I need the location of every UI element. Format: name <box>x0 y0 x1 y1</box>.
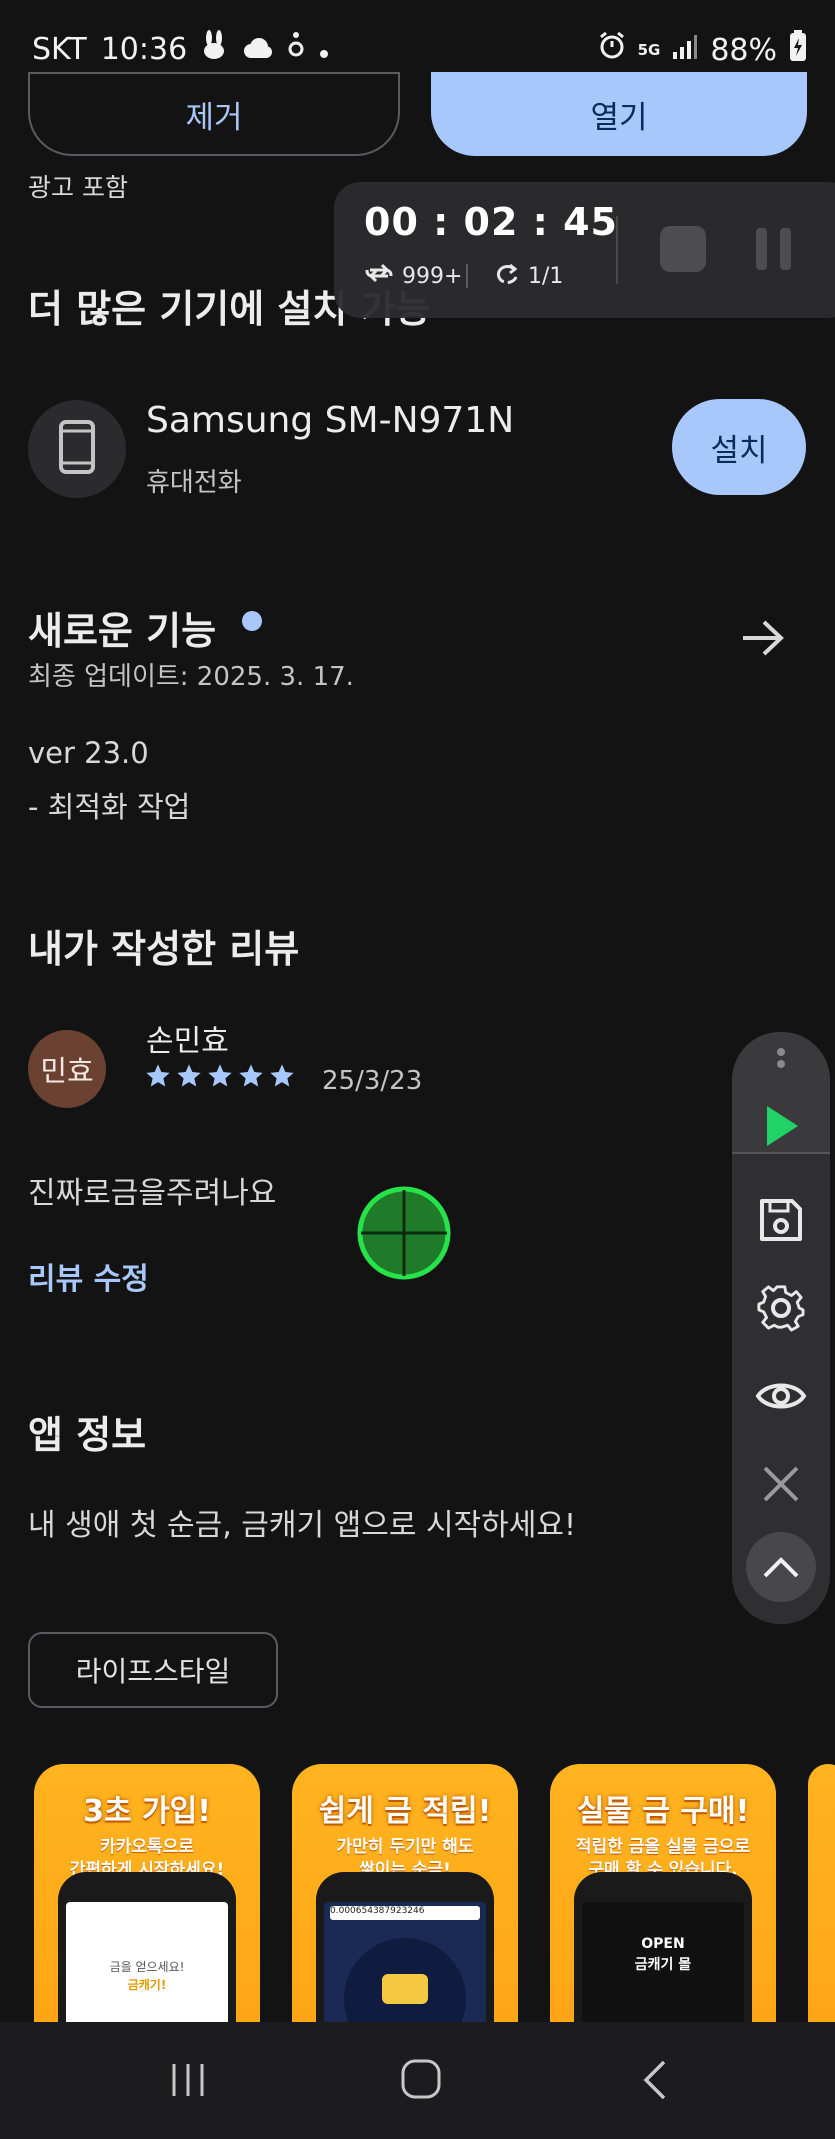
repeat-count: 1/1 <box>528 263 564 289</box>
home-icon[interactable] <box>400 2058 442 2104</box>
dot-icon <box>319 32 329 67</box>
eye-icon[interactable] <box>751 1366 811 1426</box>
rabbit-icon <box>201 30 227 68</box>
carrier-label: SKT <box>32 31 87 67</box>
pause-icon[interactable] <box>752 226 796 272</box>
clock: 10:36 <box>100 31 188 67</box>
review-body: 진짜로금을주려나요 <box>28 1176 277 1211</box>
remove-button[interactable]: 제거 <box>28 72 400 156</box>
signal-icon <box>672 33 698 68</box>
refresh-icon <box>492 262 520 290</box>
status-right: 5G 88% <box>598 30 807 70</box>
status-bar: SKT 10:36 5G 88% <box>0 0 835 78</box>
screen-text: 금캐기 몰 <box>634 1957 692 1973</box>
my-review-title: 내가 작성한 리뷰 <box>28 927 300 971</box>
install-button[interactable]: 설치 <box>672 399 806 495</box>
subtitle-line: 가만히 두기만 해도 <box>336 1837 474 1857</box>
battery-percent: 88% <box>710 32 777 68</box>
last-updated: 최종 업데이트: 2025. 3. 17. <box>28 662 354 692</box>
stop-icon[interactable] <box>660 226 706 272</box>
arrow-right-icon[interactable] <box>740 618 786 662</box>
drag-handle-icon[interactable] <box>777 1048 785 1068</box>
loop-divider <box>466 264 468 288</box>
subtitle-line: 적립한 금을 실물 금으로 <box>575 1837 751 1857</box>
phone-icon <box>58 419 96 479</box>
repeat-counter: 1/1 <box>492 262 563 290</box>
save-icon[interactable] <box>751 1190 811 1250</box>
screenshot-title: 3초 가입! <box>83 1794 211 1829</box>
back-icon[interactable] <box>640 2058 670 2106</box>
screenshot-title: 쉽게 금 적립! <box>318 1794 492 1829</box>
star-icon <box>270 1064 294 1087</box>
open-button[interactable]: 열기 <box>431 72 807 156</box>
tap-target-crosshair-icon <box>357 1186 451 1280</box>
cloud-icon <box>241 32 273 67</box>
star-rating <box>144 1062 296 1090</box>
toolbar-divider <box>732 1152 830 1154</box>
play-icon[interactable] <box>751 1096 811 1156</box>
screen-text: 금을 얻으세요! <box>109 1960 185 1974</box>
whats-new-title: 새로운 기능 <box>28 609 217 653</box>
status-left: SKT 10:36 <box>32 30 329 68</box>
device-type: 휴대전화 <box>146 468 242 498</box>
collapse-up-icon[interactable] <box>746 1532 816 1602</box>
edit-review-link[interactable]: 리뷰 수정 <box>28 1254 149 1298</box>
avatar: 민효 <box>28 1030 106 1108</box>
close-icon[interactable] <box>751 1454 811 1514</box>
gold-bar-icon <box>382 1974 428 2004</box>
star-icon <box>208 1064 232 1087</box>
screen-text: 0.000654387923246 <box>330 1906 480 1920</box>
battery-charging-icon <box>789 30 807 70</box>
macro-recorder-panel: 00 : 02 : 45 999+ 1/1 <box>334 182 835 318</box>
recorder-divider <box>616 216 618 284</box>
app-description: 내 생애 첫 순금, 금캐기 앱으로 시작하세요! <box>28 1508 576 1543</box>
alarm-icon <box>598 31 626 68</box>
recent-apps-icon[interactable] <box>168 2060 208 2104</box>
notification-icon <box>287 31 305 67</box>
review-author: 손민효 <box>146 1024 229 1059</box>
screenshot-title: 실물 금 구매! <box>576 1794 750 1829</box>
release-note: - 최적화 작업 <box>28 790 191 824</box>
loop-count: 999+ <box>402 263 463 289</box>
version-text: ver 23.0 <box>28 736 149 770</box>
repeat-icon <box>364 262 394 290</box>
device-row-icon <box>28 400 126 498</box>
review-date: 25/3/23 <box>322 1066 423 1096</box>
subtitle-line: 카카오톡으로 <box>100 1837 194 1857</box>
floating-macro-toolbar <box>732 1032 830 1624</box>
screen-text: OPEN <box>641 1936 685 1952</box>
star-icon <box>239 1064 263 1087</box>
screen-text: 금캐기! <box>127 1978 167 1992</box>
star-icon <box>177 1064 201 1087</box>
system-navigation-bar <box>0 2022 835 2139</box>
gear-icon[interactable] <box>751 1278 811 1338</box>
ads-notice: 광고 포함 <box>28 173 128 202</box>
new-indicator-dot <box>242 611 262 631</box>
loop-counter: 999+ <box>364 262 462 290</box>
network-type: 5G <box>637 41 661 59</box>
device-name: Samsung SM-N971N <box>146 400 515 441</box>
category-chip[interactable]: 라이프스타일 <box>28 1632 278 1708</box>
recorder-timer: 00 : 02 : 45 <box>364 200 618 244</box>
star-icon <box>146 1064 170 1087</box>
app-info-title: 앱 정보 <box>28 1413 147 1457</box>
